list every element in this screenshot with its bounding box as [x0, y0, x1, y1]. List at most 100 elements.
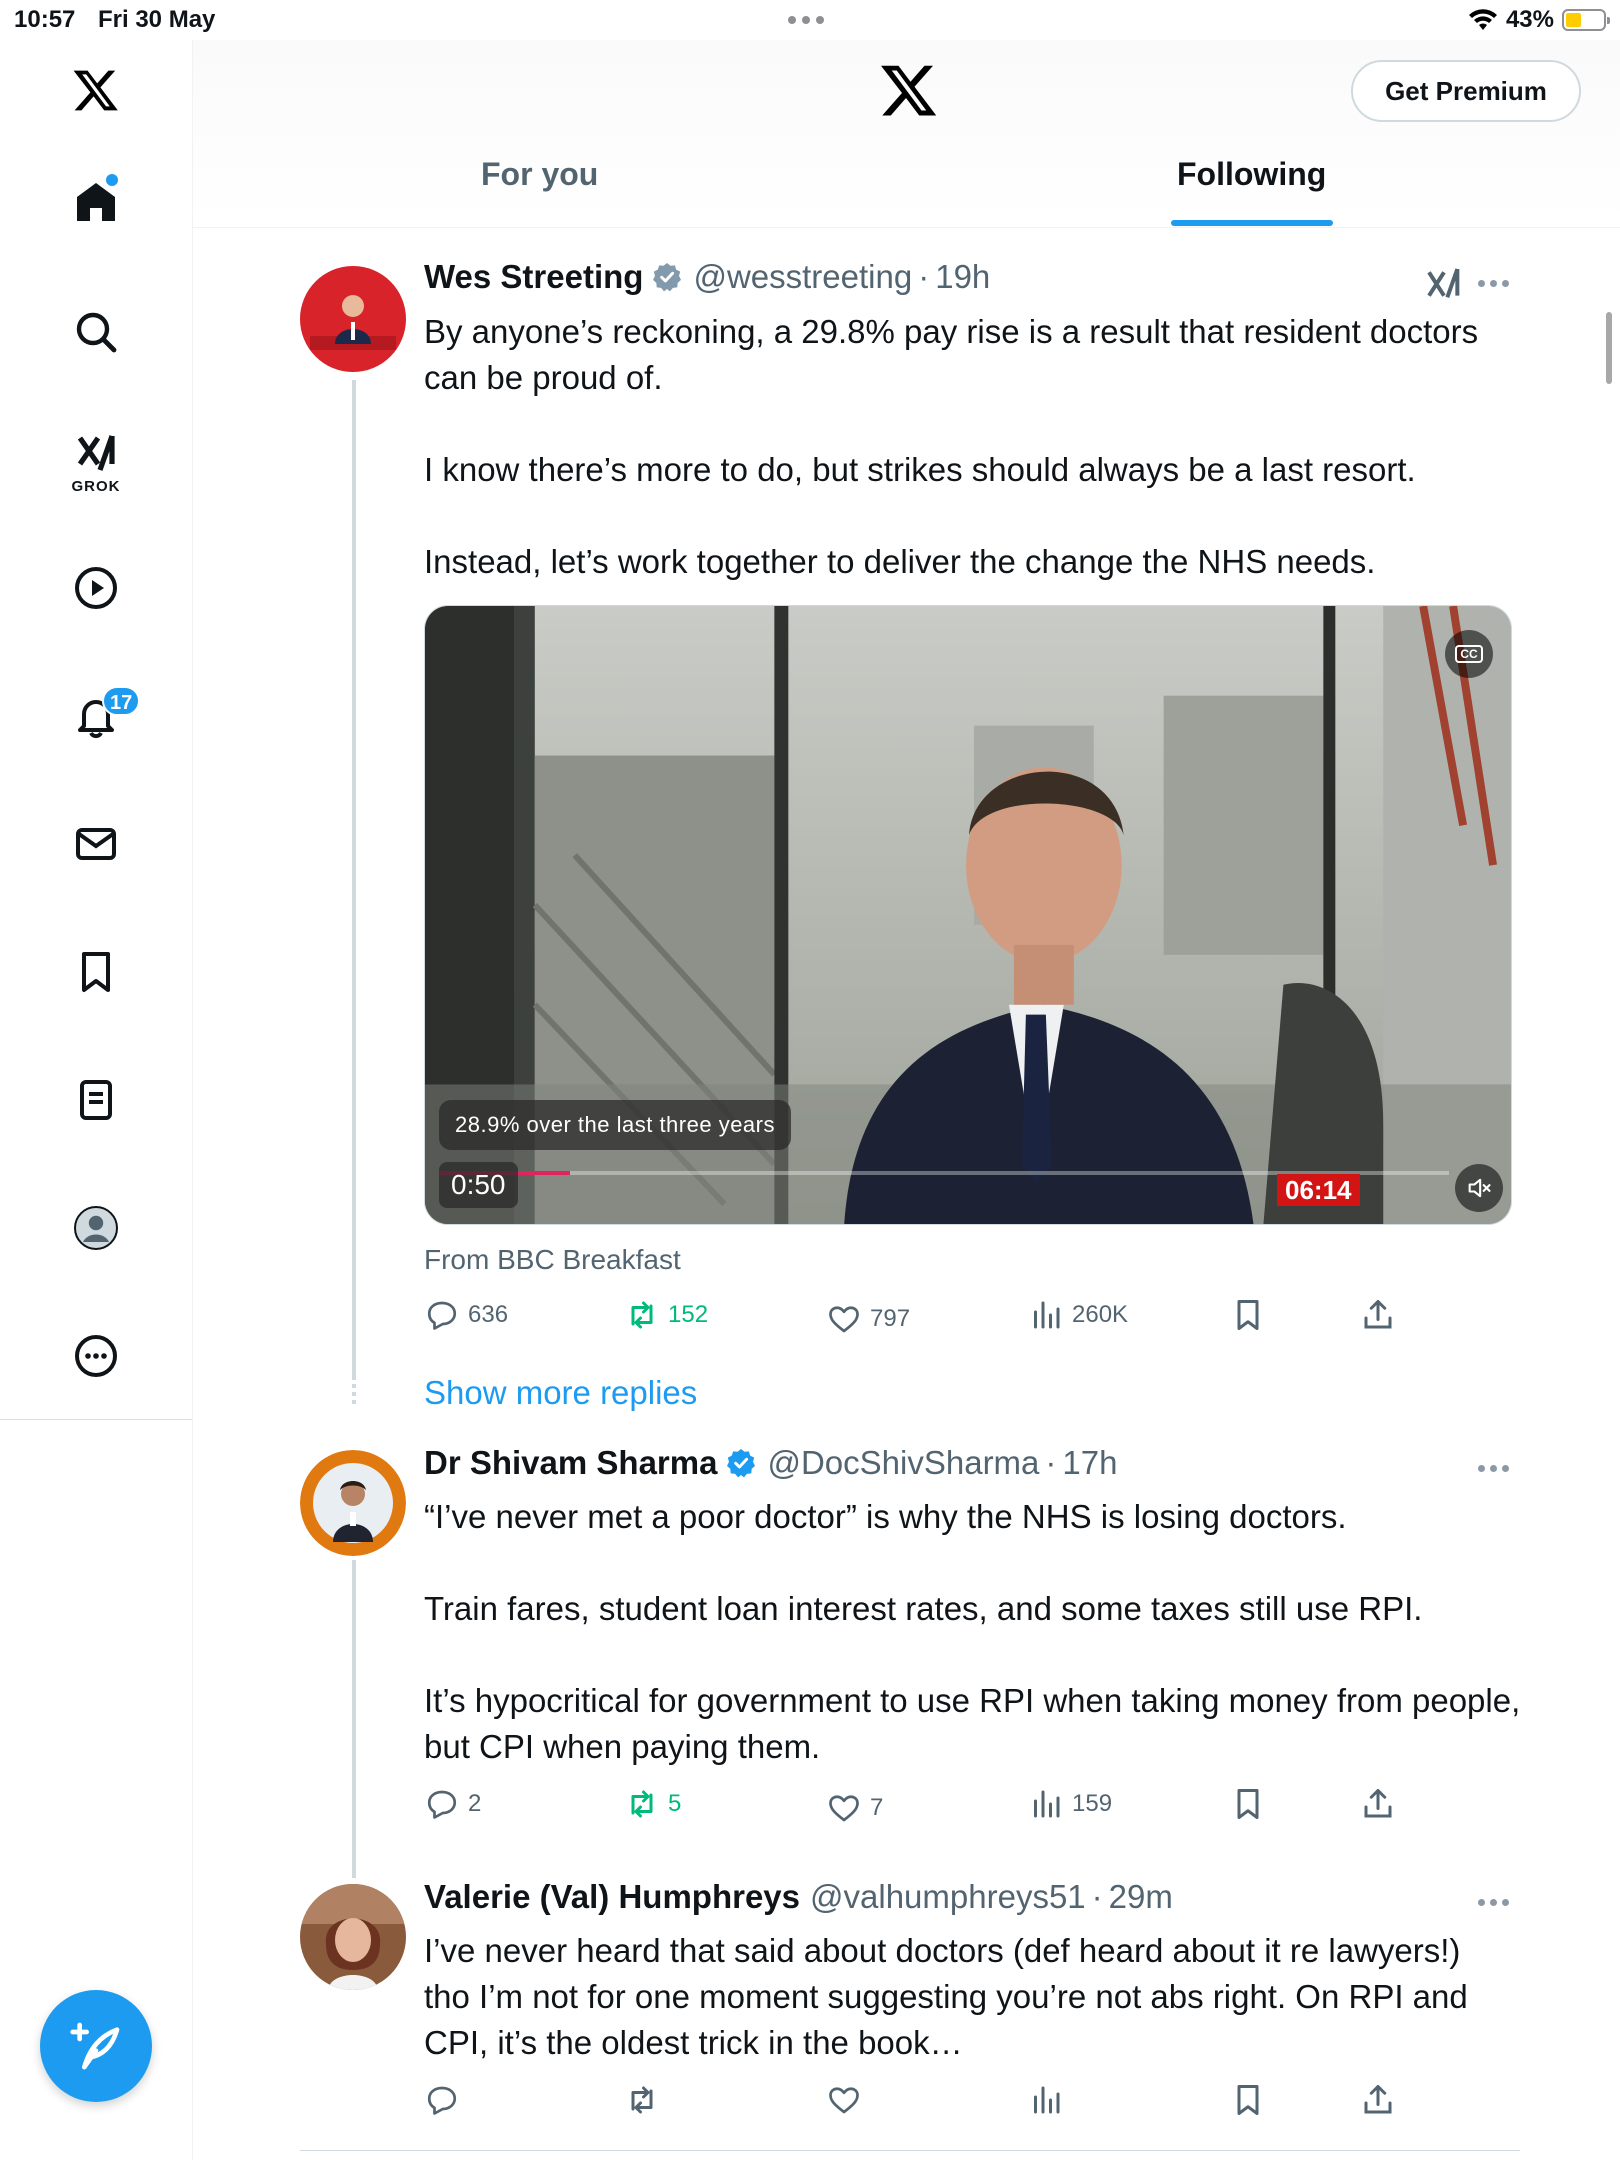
- captions-button[interactable]: CC: [1445, 630, 1493, 678]
- notifications-badge: 17: [102, 686, 141, 716]
- sidebar-item-bookmarks[interactable]: [66, 942, 126, 1002]
- status-date: Fri 30 May: [98, 6, 216, 33]
- more-icon: [75, 1335, 117, 1377]
- sidebar-item-explore[interactable]: [66, 302, 126, 362]
- sidebar-item-messages[interactable]: [66, 814, 126, 874]
- bookmark-icon: [1237, 2085, 1259, 2115]
- compose-button[interactable]: [40, 1990, 152, 2102]
- views-button[interactable]: 159: [1028, 1786, 1112, 1822]
- reply-icon: [427, 1790, 457, 1819]
- repost-icon: [631, 1790, 653, 1818]
- avatar[interactable]: [300, 1450, 406, 1556]
- tweet-time[interactable]: 17h: [1062, 1444, 1117, 1482]
- multitasking-dots-icon[interactable]: [788, 16, 832, 24]
- repost-icon: [631, 2086, 653, 2114]
- profile-icon: [74, 1206, 118, 1250]
- tweet-header: Valerie (Val) Humphreys @valhumphreys51 …: [424, 1878, 1173, 1916]
- tweet-actions: 2 5 7 159: [424, 1786, 1524, 1830]
- views-button[interactable]: [1028, 2082, 1064, 2118]
- like-button[interactable]: 797: [826, 1301, 910, 1337]
- home-unread-dot: [106, 174, 118, 186]
- share-button[interactable]: [1360, 1297, 1396, 1333]
- heart-icon: [829, 1795, 859, 1822]
- more-options-icon[interactable]: [1478, 1465, 1514, 1475]
- scroll-indicator[interactable]: [1606, 312, 1612, 384]
- bookmark-icon: [1237, 1300, 1259, 1330]
- active-tab-indicator: [1171, 220, 1333, 226]
- sidebar-item-profile[interactable]: [66, 1198, 126, 1258]
- author-name[interactable]: Valerie (Val) Humphreys: [424, 1878, 800, 1916]
- battery-icon: [1562, 9, 1610, 31]
- avatar[interactable]: [300, 1884, 406, 1990]
- tweet-time[interactable]: 19h: [935, 258, 990, 296]
- author-handle[interactable]: @wesstreeting: [693, 258, 912, 296]
- grok-icon: [77, 435, 115, 471]
- repost-button[interactable]: 152: [624, 1297, 708, 1333]
- share-icon: [1364, 2085, 1392, 2114]
- share-button[interactable]: [1360, 2082, 1396, 2118]
- author-name[interactable]: Dr Shivam Sharma: [424, 1444, 717, 1482]
- share-icon: [1364, 1789, 1392, 1818]
- timeline-header: Get Premium For you Following: [193, 40, 1620, 228]
- share-button[interactable]: [1360, 1786, 1396, 1822]
- sidebar-item-more[interactable]: [66, 1326, 126, 1386]
- divider: [300, 2150, 1520, 2151]
- tweet-time[interactable]: 29m: [1109, 1878, 1173, 1916]
- compose-icon: [70, 2022, 120, 2070]
- video-caption: 28.9% over the last three years: [439, 1100, 791, 1150]
- author-name[interactable]: Wes Streeting: [424, 258, 643, 296]
- reply-icon: [427, 2086, 457, 2115]
- video-source[interactable]: From BBC Breakfast: [424, 1244, 681, 1276]
- play-icon: [75, 567, 117, 609]
- verified-gray-icon[interactable]: [651, 261, 683, 293]
- mail-icon: [76, 828, 116, 860]
- author-handle[interactable]: @valhumphreys51: [810, 1878, 1086, 1916]
- avatar[interactable]: [300, 266, 406, 372]
- bookmark-button[interactable]: [1230, 1297, 1266, 1333]
- sidebar-item-lists[interactable]: [66, 1070, 126, 1130]
- reply-button[interactable]: [424, 2082, 460, 2118]
- tweet-header: Wes Streeting @wesstreeting · 19h: [424, 258, 991, 296]
- repost-icon: [631, 1301, 653, 1329]
- share-icon: [1364, 1300, 1392, 1329]
- views-button[interactable]: 260K: [1028, 1297, 1128, 1333]
- tweet-header: Dr Shivam Sharma @DocShivSharma · 17h: [424, 1444, 1118, 1482]
- more-options-icon[interactable]: [1478, 280, 1514, 290]
- reply-icon: [427, 1301, 457, 1330]
- video-player[interactable]: CC 28.9% over the last three years 0:50 …: [424, 605, 1512, 1225]
- more-options-icon[interactable]: [1478, 1899, 1514, 1909]
- like-button[interactable]: [826, 2082, 862, 2118]
- list-icon: [80, 1080, 112, 1120]
- tab-for-you[interactable]: For you: [481, 156, 598, 193]
- mute-button[interactable]: [1455, 1164, 1503, 1212]
- thread-line: [352, 1560, 356, 1878]
- thread-line-dotted: [352, 1384, 356, 1408]
- bookmark-button[interactable]: [1230, 2082, 1266, 2118]
- sidebar-item-videos[interactable]: [66, 558, 126, 618]
- wifi-icon: [1468, 9, 1497, 30]
- reply-button[interactable]: 2: [424, 1786, 481, 1822]
- author-handle[interactable]: @DocShivSharma: [767, 1444, 1039, 1482]
- repost-button[interactable]: 5: [624, 1786, 681, 1822]
- analytics-icon: [1034, 1301, 1060, 1329]
- speaker-muted-icon: [1468, 1178, 1491, 1198]
- like-button[interactable]: 7: [826, 1790, 883, 1826]
- verified-blue-icon[interactable]: [725, 1447, 757, 1479]
- bookmark-button[interactable]: [1230, 1786, 1266, 1822]
- reply-button[interactable]: 636: [424, 1297, 508, 1333]
- analytics-icon: [1034, 1790, 1060, 1818]
- get-premium-button[interactable]: Get Premium: [1351, 60, 1581, 122]
- grok-icon[interactable]: [1424, 264, 1464, 304]
- tweet-text: I’ve never heard that said about doctors…: [424, 1932, 1468, 2061]
- x-logo-icon[interactable]: [66, 60, 126, 120]
- show-more-replies-link[interactable]: Show more replies: [424, 1374, 697, 1412]
- grok-label: GROK: [71, 478, 121, 495]
- battery-percent: 43%: [1505, 6, 1554, 33]
- thread-line: [352, 380, 356, 1380]
- tweet-text: “I’ve never met a poor doctor” is why th…: [424, 1498, 1521, 1765]
- x-logo-icon[interactable]: [879, 60, 939, 120]
- sidebar-item-grok[interactable]: [66, 424, 126, 484]
- repost-button[interactable]: [624, 2082, 660, 2118]
- tweet-actions: [424, 2082, 1524, 2126]
- tab-following[interactable]: Following: [1177, 156, 1326, 193]
